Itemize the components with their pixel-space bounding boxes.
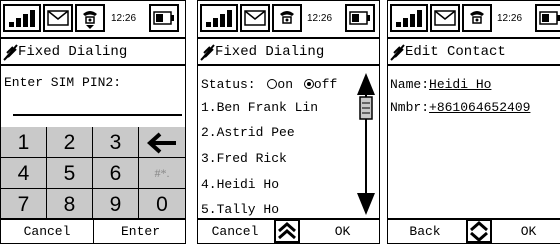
signal-strength-icon — [3, 4, 41, 32]
page-title: Fixed Dialing — [215, 44, 325, 60]
page-title: Edit Contact — [405, 44, 506, 60]
status-bar: 12:26 — [1, 1, 185, 37]
softkey-bar: Back OK — [388, 218, 560, 243]
clock-time: 12:26 — [307, 13, 333, 24]
key-0[interactable]: 0 — [139, 189, 185, 220]
nav-arrows-icon[interactable] — [466, 219, 492, 243]
list-item[interactable]: 1.Ben Frank Lin — [201, 100, 318, 115]
clock-time: 12:26 — [111, 13, 137, 24]
signal-strength-icon — [390, 4, 428, 32]
radio-off-label: off — [313, 77, 338, 92]
name-label: Name: — [390, 77, 430, 92]
key-7[interactable]: 7 — [1, 189, 47, 220]
screen-edit-contact: 12:26 Edit Contact Name:Heidi Ho Nmbr:+8… — [387, 0, 560, 244]
scrollbar[interactable] — [356, 73, 376, 215]
list-item[interactable]: 5.Tally Ho — [201, 202, 279, 217]
status-row: Status: on off — [201, 77, 337, 92]
status-bar: 12:26 — [198, 1, 379, 37]
arrow-down-icon — [357, 193, 375, 215]
radio-on-label: on — [277, 77, 294, 92]
ringer-icon — [272, 4, 302, 32]
radio-on[interactable] — [267, 79, 278, 89]
softkey-bar: Cancel Enter — [1, 218, 185, 243]
name-row: Name:Heidi Ho — [390, 77, 491, 92]
key-8[interactable]: 8 — [47, 189, 93, 220]
feather-icon — [3, 44, 18, 61]
envelope-icon — [240, 4, 270, 32]
key-1[interactable]: 1 — [1, 127, 47, 158]
list-item[interactable]: 3.Fred Rick — [201, 151, 287, 166]
key-4[interactable]: 4 — [1, 158, 47, 189]
title-bar: Fixed Dialing — [1, 37, 185, 66]
backspace-key[interactable] — [139, 127, 185, 158]
page-title: Fixed Dialing — [18, 44, 128, 60]
feather-icon — [200, 44, 215, 61]
number-row: Nmbr:+861064652409 — [390, 100, 530, 115]
list-item[interactable]: 4.Heidi Ho — [201, 177, 279, 192]
number-label: Nmbr: — [390, 100, 430, 115]
list-item[interactable]: 2.Astrid Pee — [201, 125, 295, 140]
feather-icon — [390, 44, 405, 61]
ringer-icon — [462, 4, 492, 32]
enter-button[interactable]: Enter — [94, 220, 185, 243]
key-2[interactable]: 2 — [47, 127, 93, 158]
symbol-key[interactable]: #*. — [139, 158, 185, 189]
arrow-left-icon — [147, 132, 176, 154]
key-9[interactable]: 9 — [93, 189, 139, 220]
back-button[interactable]: Back — [388, 220, 462, 243]
key-3[interactable]: 3 — [93, 127, 139, 158]
envelope-icon — [43, 4, 73, 32]
screen-pin-entry: 12:26 Fixed Dialing Enter SIM PIN2: 1 2 … — [0, 0, 186, 244]
cancel-button[interactable]: Cancel — [198, 220, 272, 243]
ringer-icon — [75, 4, 105, 32]
arrow-up-icon — [357, 73, 375, 95]
softkey-bar: Cancel OK — [198, 218, 379, 243]
title-bar: Edit Contact — [388, 37, 560, 66]
envelope-icon — [430, 4, 460, 32]
nav-arrows-icon[interactable] — [274, 219, 300, 243]
status-bar: 12:26 — [388, 1, 560, 37]
battery-icon — [345, 4, 375, 32]
pin-input-field[interactable] — [13, 114, 182, 116]
title-bar: Fixed Dialing — [198, 37, 379, 66]
signal-strength-icon — [200, 4, 238, 32]
radio-off[interactable] — [303, 79, 314, 89]
pin-prompt: Enter SIM PIN2: — [4, 75, 122, 90]
ok-button[interactable]: OK — [304, 220, 379, 243]
key-6[interactable]: 6 — [93, 158, 139, 189]
battery-icon — [535, 4, 560, 32]
screen-fixed-dialing-list: 12:26 Fixed Dialing Status: on off 1.Ben… — [197, 0, 380, 244]
cancel-button[interactable]: Cancel — [1, 220, 94, 243]
status-label: Status: — [201, 77, 256, 92]
ok-button[interactable]: OK — [496, 220, 560, 243]
battery-icon — [149, 4, 179, 32]
name-field[interactable]: Heidi Ho — [429, 77, 491, 92]
key-5[interactable]: 5 — [47, 158, 93, 189]
clock-time: 12:26 — [497, 13, 523, 24]
number-field[interactable]: +861064652409 — [429, 100, 530, 115]
numeric-keypad: 1 2 3 4 5 6 #*. 7 8 9 0 — [1, 127, 185, 220]
